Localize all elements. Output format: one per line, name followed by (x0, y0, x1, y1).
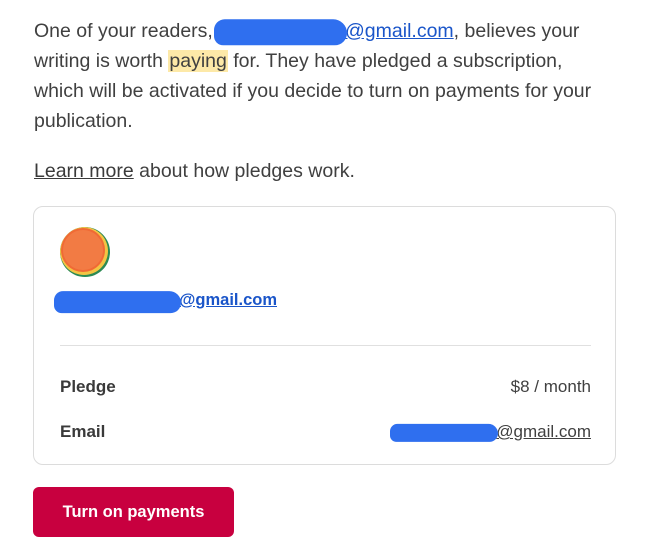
learn-more-line: Learn more about how pledges work. (34, 156, 355, 186)
avatar (60, 227, 110, 277)
learn-more-text: about how pledges work. (133, 160, 355, 182)
pledger-email-link[interactable]: xxxxxxxxxxxxx@gmail.com (54, 290, 277, 313)
card-divider (60, 345, 591, 346)
highlighted-word: paying (168, 50, 228, 72)
reader-email-link[interactable]: xxxxxxxxxxxxx@gmail.com (214, 19, 454, 46)
reader-email-domain: @gmail.com (345, 20, 454, 42)
intro-text-1: One of your readers, (34, 20, 219, 42)
turn-on-payments-button[interactable]: Turn on payments (33, 487, 234, 537)
intro-paragraph: One of your readers, xxxxxxxxxxxxx@gmail… (34, 16, 614, 136)
pledger-email[interactable]: xxxxxxxxxxxxx@gmail.com (54, 290, 277, 313)
email-value-domain: @gmail.com (496, 422, 591, 441)
email-value-link[interactable]: xxxxxxxxxxxx@gmail.com (390, 422, 591, 442)
email-label: Email (60, 422, 106, 441)
redacted-username: xxxxxxxxxxxxx (214, 16, 348, 46)
pledge-label: Pledge (60, 377, 116, 396)
pledge-card: xxxxxxxxxxxxx@gmail.com Pledge $8 / mont… (33, 206, 616, 465)
pledge-value: $8 / month (510, 377, 591, 396)
redacted-username: xxxxxxxxxxxxx (54, 290, 182, 313)
redacted-username: xxxxxxxxxxxx (390, 422, 499, 442)
learn-more-link[interactable]: Learn more (34, 160, 134, 182)
pledger-email-domain: @gmail.com (179, 291, 277, 309)
